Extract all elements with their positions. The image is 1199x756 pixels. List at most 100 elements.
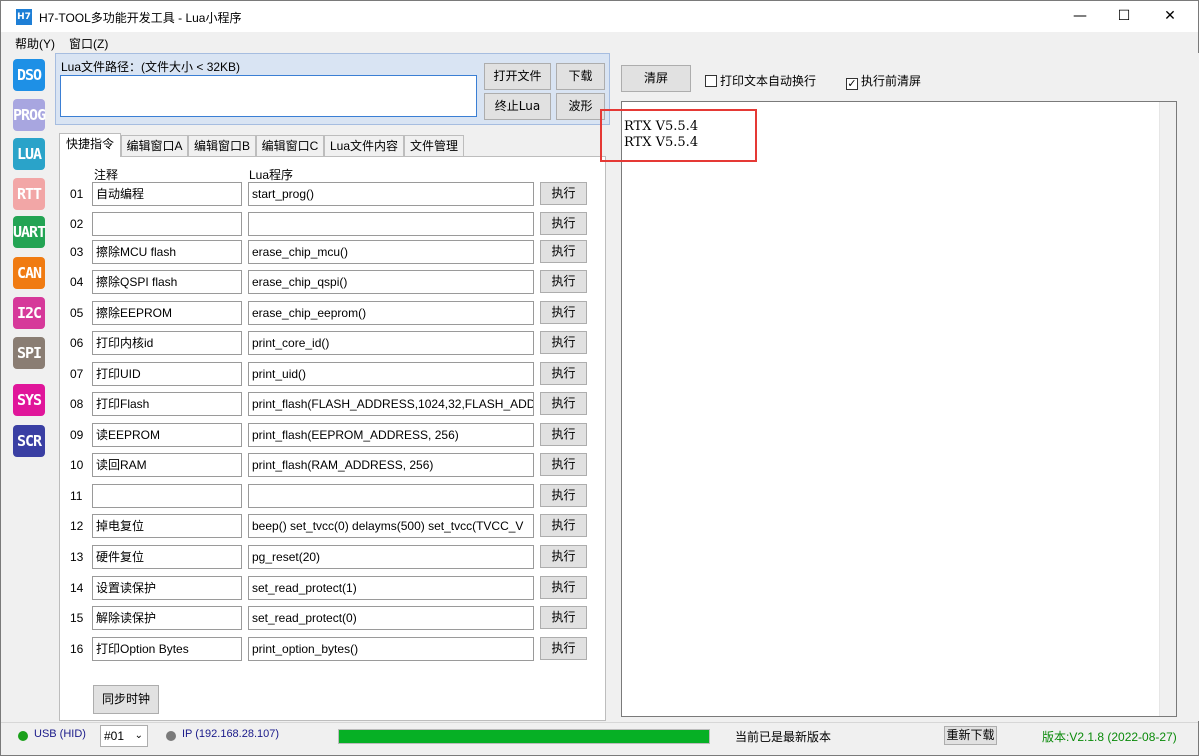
download-button[interactable]: 下载 bbox=[556, 63, 605, 90]
auto-wrap-checkbox-box[interactable] bbox=[705, 75, 717, 87]
auto-wrap-checkbox[interactable]: 打印文本自动换行 bbox=[705, 72, 816, 89]
side-button-spi[interactable]: SPI bbox=[13, 337, 45, 369]
execute-button[interactable]: 执行 bbox=[540, 270, 587, 293]
execute-button[interactable]: 执行 bbox=[540, 212, 587, 235]
lua-code-input[interactable]: set_read_protect(1) bbox=[248, 576, 534, 600]
side-button-rtt[interactable]: RTT bbox=[13, 178, 45, 210]
clear-before-run-label: 执行前清屏 bbox=[861, 74, 922, 88]
lua-code-input[interactable] bbox=[248, 484, 534, 508]
side-button-prog[interactable]: PROG bbox=[13, 99, 46, 131]
execute-button[interactable]: 执行 bbox=[540, 331, 587, 354]
execute-button[interactable]: 执行 bbox=[540, 301, 587, 324]
row-number: 11 bbox=[70, 489, 83, 503]
tab-edit-a[interactable]: 编辑窗口A bbox=[121, 135, 188, 157]
row-number: 13 bbox=[70, 550, 84, 564]
lua-code-input[interactable]: erase_chip_mcu() bbox=[248, 240, 534, 264]
highlight-annotation-box bbox=[600, 109, 757, 162]
close-button[interactable]: ✕ bbox=[1147, 1, 1193, 32]
lua-left-panel: Lua文件路径：(文件大小 < 32KB) 打开文件 下载 终止Lua 波形 快… bbox=[55, 53, 610, 721]
execute-button[interactable]: 执行 bbox=[540, 392, 587, 415]
note-input[interactable]: 解除读保护 bbox=[92, 606, 242, 630]
execute-button[interactable]: 执行 bbox=[540, 545, 587, 568]
note-input[interactable]: 掉电复位 bbox=[92, 514, 242, 538]
side-button-dso[interactable]: DSO bbox=[13, 59, 45, 91]
stop-lua-button[interactable]: 终止Lua bbox=[484, 93, 551, 120]
tab-quick-commands[interactable]: 快捷指令 bbox=[59, 133, 121, 157]
lua-code-input[interactable] bbox=[248, 212, 534, 236]
execute-button[interactable]: 执行 bbox=[540, 576, 587, 599]
lua-code-input[interactable]: start_prog() bbox=[248, 182, 534, 206]
menu-help[interactable]: 帮助(Y) bbox=[15, 35, 55, 52]
tab-file-manager[interactable]: 文件管理 bbox=[404, 135, 464, 157]
lua-code-input[interactable]: erase_chip_eeprom() bbox=[248, 301, 534, 325]
sync-clock-button[interactable]: 同步时钟 bbox=[93, 685, 159, 714]
note-input[interactable]: 自动编程 bbox=[92, 182, 242, 206]
maximize-button[interactable]: ☐ bbox=[1101, 1, 1147, 32]
lua-code-input[interactable]: print_core_id() bbox=[248, 331, 534, 355]
note-input[interactable]: 擦除QSPI flash bbox=[92, 270, 242, 294]
lua-code-input[interactable]: beep() set_tvcc(0) delayms(500) set_tvcc… bbox=[248, 514, 534, 538]
tab-edit-c[interactable]: 编辑窗口C bbox=[256, 135, 324, 157]
clear-screen-button[interactable]: 清屏 bbox=[621, 65, 691, 92]
clear-before-run-checkbox[interactable]: ✓ 执行前清屏 bbox=[846, 72, 921, 90]
note-input[interactable]: 擦除MCU flash bbox=[92, 240, 242, 264]
row-number: 08 bbox=[70, 397, 84, 411]
execute-button[interactable]: 执行 bbox=[540, 637, 587, 660]
waveform-button[interactable]: 波形 bbox=[556, 93, 605, 120]
file-path-label: Lua文件路径：(文件大小 < 32KB) bbox=[61, 60, 241, 74]
execute-button[interactable]: 执行 bbox=[540, 182, 587, 205]
tab-lua-file[interactable]: Lua文件内容 bbox=[324, 135, 404, 157]
note-input[interactable]: 读回RAM bbox=[92, 453, 242, 477]
row-number: 14 bbox=[70, 581, 84, 595]
minimize-button[interactable]: — bbox=[1057, 1, 1103, 32]
side-button-uart[interactable]: UART bbox=[13, 216, 46, 248]
execute-button[interactable]: 执行 bbox=[540, 453, 587, 476]
lua-code-input[interactable]: print_option_bytes() bbox=[248, 637, 534, 661]
execute-button[interactable]: 执行 bbox=[540, 423, 587, 446]
lua-code-input[interactable]: pg_reset(20) bbox=[248, 545, 534, 569]
side-button-can[interactable]: CAN bbox=[13, 257, 45, 289]
redownload-button[interactable]: 重新下载 bbox=[944, 726, 997, 745]
lua-code-input[interactable]: erase_chip_qspi() bbox=[248, 270, 534, 294]
execute-button[interactable]: 执行 bbox=[540, 362, 587, 385]
window-title: H7-TOOL多功能开发工具 - Lua小程序 bbox=[39, 11, 242, 25]
usb-status-dot bbox=[18, 731, 28, 741]
note-input[interactable] bbox=[92, 484, 242, 508]
lua-code-input[interactable]: print_uid() bbox=[248, 362, 534, 386]
note-input[interactable]: 打印内核id bbox=[92, 331, 242, 355]
open-file-button[interactable]: 打开文件 bbox=[484, 63, 551, 90]
note-input[interactable]: 读EEPROM bbox=[92, 423, 242, 447]
note-input[interactable]: 打印Flash bbox=[92, 392, 242, 416]
row-number: 05 bbox=[70, 306, 84, 320]
output-textarea[interactable]: RTX V5.5.4 RTX V5.5.4 bbox=[621, 101, 1177, 717]
version-label: 版本:V2.1.8 (2022-08-27) bbox=[1042, 730, 1177, 744]
execute-button[interactable]: 执行 bbox=[540, 606, 587, 629]
lua-code-input[interactable]: print_flash(FLASH_ADDRESS,1024,32,FLASH_… bbox=[248, 392, 534, 416]
note-input[interactable]: 擦除EEPROM bbox=[92, 301, 242, 325]
note-input[interactable]: 打印Option Bytes bbox=[92, 637, 242, 661]
file-path-input[interactable] bbox=[60, 75, 477, 117]
lua-code-input[interactable]: set_read_protect(0) bbox=[248, 606, 534, 630]
row-number: 09 bbox=[70, 428, 84, 442]
note-input[interactable] bbox=[92, 212, 242, 236]
note-input[interactable]: 硬件复位 bbox=[92, 545, 242, 569]
lua-code-input[interactable]: print_flash(EEPROM_ADDRESS, 256) bbox=[248, 423, 534, 447]
side-button-lua[interactable]: LUA bbox=[13, 138, 45, 170]
device-select[interactable]: #01 ⌄ bbox=[100, 725, 148, 747]
title-bar: H7 H7-TOOL多功能开发工具 - Lua小程序 — ☐ ✕ bbox=[1, 1, 1198, 32]
execute-button[interactable]: 执行 bbox=[540, 240, 587, 263]
tab-strip: 快捷指令 编辑窗口A 编辑窗口B 编辑窗口C Lua文件内容 文件管理 bbox=[59, 133, 609, 157]
side-button-i2c[interactable]: I2C bbox=[13, 297, 45, 329]
tab-edit-b[interactable]: 编辑窗口B bbox=[188, 135, 256, 157]
execute-button[interactable]: 执行 bbox=[540, 484, 587, 507]
lua-code-input[interactable]: print_flash(RAM_ADDRESS, 256) bbox=[248, 453, 534, 477]
note-input[interactable]: 设置读保护 bbox=[92, 576, 242, 600]
status-bar: USB (HID) #01 ⌄ IP (192.168.28.107) 当前已是最… bbox=[1, 722, 1198, 755]
side-button-sys[interactable]: SYS bbox=[13, 384, 45, 416]
side-button-scr[interactable]: SCR bbox=[13, 425, 45, 457]
execute-button[interactable]: 执行 bbox=[540, 514, 587, 537]
output-scrollbar[interactable] bbox=[1159, 102, 1176, 716]
note-input[interactable]: 打印UID bbox=[92, 362, 242, 386]
menu-window[interactable]: 窗口(Z) bbox=[69, 35, 108, 52]
clear-before-run-checkbox-box[interactable]: ✓ bbox=[846, 78, 858, 90]
